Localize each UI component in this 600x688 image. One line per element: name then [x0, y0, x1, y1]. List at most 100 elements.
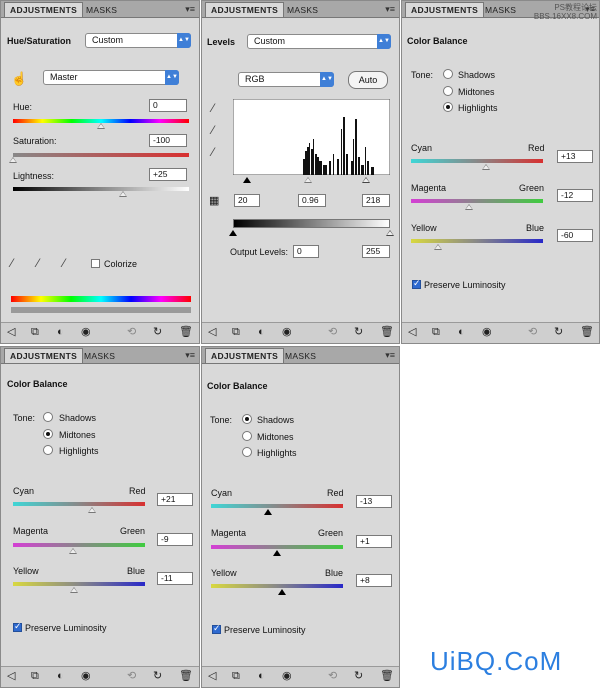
input-gamma-field[interactable]: 0.96	[298, 194, 326, 207]
clip-to-layer-icon[interactable]: ◐	[258, 326, 265, 338]
reset-icon[interactable]: ↻	[153, 670, 162, 682]
clip-to-layer-icon[interactable]: ◐	[57, 326, 64, 338]
back-arrow-icon[interactable]: ◁	[408, 326, 416, 338]
gray-point-eyedropper-icon[interactable]: ⁄	[212, 123, 214, 137]
magenta-green-slider-track[interactable]	[411, 199, 543, 203]
black-point-eyedropper-icon[interactable]: ⁄	[212, 101, 214, 115]
visibility-eye-icon[interactable]: ◉	[81, 326, 91, 338]
cyan-red-input[interactable]: +21	[157, 493, 193, 506]
expanded-view-icon[interactable]: ⧉	[232, 670, 240, 682]
back-arrow-icon[interactable]: ◁	[7, 326, 15, 338]
reset-icon[interactable]: ↻	[153, 326, 162, 338]
cyan-red-slider-thumb[interactable]	[264, 509, 272, 515]
tab-adjustments[interactable]: ADJUSTMENTS	[405, 2, 485, 17]
back-arrow-icon[interactable]: ◁	[208, 326, 216, 338]
preserve-luminosity-checkbox[interactable]	[13, 621, 22, 632]
tone-shadows-radio[interactable]	[43, 412, 53, 422]
lightness-slider-track[interactable]	[13, 187, 189, 191]
visibility-eye-icon[interactable]: ◉	[282, 326, 292, 338]
clipping-warning-icon[interactable]: ▦	[209, 194, 219, 207]
previous-state-icon[interactable]: ⟲	[528, 326, 537, 338]
colorize-checkbox[interactable]	[91, 259, 100, 268]
panel-menu-icon[interactable]: ▾≡	[185, 350, 195, 361]
expanded-view-icon[interactable]: ⧉	[432, 326, 440, 338]
previous-state-icon[interactable]: ⟲	[127, 670, 136, 682]
output-black-field[interactable]: 0	[293, 245, 319, 258]
input-white-field[interactable]: 218	[362, 194, 390, 207]
cyan-red-slider-track[interactable]	[411, 159, 543, 163]
lightness-slider-thumb[interactable]	[119, 191, 127, 197]
saturation-slider-thumb[interactable]	[9, 157, 17, 163]
panel-menu-icon[interactable]: ▾≡	[385, 350, 395, 361]
tab-masks[interactable]: MASKS	[480, 3, 521, 17]
yellow-blue-input[interactable]: +8	[356, 574, 392, 587]
panel-menu-icon[interactable]: ▾≡	[385, 4, 395, 15]
previous-state-icon[interactable]: ⟲	[328, 670, 337, 682]
magenta-green-slider-thumb[interactable]	[273, 550, 281, 556]
saturation-input[interactable]: -100	[149, 134, 187, 147]
tab-adjustments[interactable]: ADJUSTMENTS	[205, 2, 285, 17]
delete-icon[interactable]: 🗑	[380, 326, 394, 338]
output-black-slider-thumb[interactable]	[229, 230, 237, 236]
expanded-view-icon[interactable]: ⧉	[31, 670, 39, 682]
tab-masks[interactable]: MASKS	[81, 3, 122, 17]
output-white-slider-thumb[interactable]	[386, 230, 394, 236]
lightness-input[interactable]: +25	[149, 168, 187, 181]
delete-icon[interactable]: 🗑	[380, 670, 394, 682]
cyan-red-input[interactable]: +13	[557, 150, 593, 163]
yellow-blue-input[interactable]: -11	[157, 572, 193, 585]
cyan-red-slider-track[interactable]	[13, 502, 145, 506]
visibility-eye-icon[interactable]: ◉	[282, 670, 292, 682]
tone-highlights-radio[interactable]	[43, 445, 53, 455]
yellow-blue-slider-thumb[interactable]	[434, 244, 442, 250]
magenta-green-slider-thumb[interactable]	[69, 548, 77, 554]
input-white-slider-thumb[interactable]	[362, 177, 370, 183]
clip-to-layer-icon[interactable]: ◐	[458, 326, 465, 338]
magenta-green-input[interactable]: -12	[557, 189, 593, 202]
yellow-blue-slider-thumb[interactable]	[278, 589, 286, 595]
output-white-field[interactable]: 255	[362, 245, 390, 258]
preset-dropdown[interactable]: Custom ▲▼	[85, 33, 191, 48]
previous-state-icon[interactable]: ⟲	[127, 326, 136, 338]
cyan-red-slider-thumb[interactable]	[88, 507, 96, 513]
targeted-adjustment-hand-icon[interactable]: ☝	[11, 71, 27, 87]
reset-icon[interactable]: ↻	[354, 326, 363, 338]
delete-icon[interactable]: 🗑	[179, 326, 193, 338]
reset-icon[interactable]: ↻	[354, 670, 363, 682]
clip-to-layer-icon[interactable]: ◐	[258, 670, 265, 682]
preset-dropdown[interactable]: Custom ▲▼	[247, 34, 391, 49]
visibility-eye-icon[interactable]: ◉	[482, 326, 492, 338]
reset-icon[interactable]: ↻	[554, 326, 563, 338]
eyedropper-icon[interactable]: ⁄	[11, 256, 13, 270]
clip-to-layer-icon[interactable]: ◐	[57, 670, 64, 682]
visibility-eye-icon[interactable]: ◉	[81, 670, 91, 682]
tab-adjustments[interactable]: ADJUSTMENTS	[4, 348, 84, 363]
yellow-blue-input[interactable]: -60	[557, 229, 593, 242]
input-black-field[interactable]: 20	[234, 194, 260, 207]
preserve-luminosity-checkbox[interactable]	[412, 278, 421, 289]
tab-masks[interactable]: MASKS	[282, 3, 323, 17]
delete-icon[interactable]: 🗑	[179, 670, 193, 682]
expanded-view-icon[interactable]: ⧉	[31, 326, 39, 338]
tone-shadows-radio[interactable]	[443, 69, 453, 79]
tone-shadows-radio[interactable]	[242, 414, 252, 424]
channel-dropdown[interactable]: Master ▲▼	[43, 70, 179, 85]
yellow-blue-slider-track[interactable]	[13, 582, 145, 586]
tab-adjustments[interactable]: ADJUSTMENTS	[4, 2, 84, 17]
delete-icon[interactable]: 🗑	[580, 326, 594, 338]
back-arrow-icon[interactable]: ◁	[7, 670, 15, 682]
hue-slider-thumb[interactable]	[97, 123, 105, 129]
yellow-blue-slider-track[interactable]	[211, 584, 343, 588]
tone-midtones-radio[interactable]	[43, 429, 53, 439]
input-gamma-slider-thumb[interactable]	[304, 177, 312, 183]
white-point-eyedropper-icon[interactable]: ⁄	[212, 145, 214, 159]
tone-highlights-radio[interactable]	[443, 102, 453, 112]
cyan-red-input[interactable]: -13	[356, 495, 392, 508]
tab-masks[interactable]: MASKS	[79, 349, 120, 363]
magenta-green-slider-track[interactable]	[13, 543, 145, 547]
tab-adjustments[interactable]: ADJUSTMENTS	[205, 348, 285, 363]
previous-state-icon[interactable]: ⟲	[328, 326, 337, 338]
yellow-blue-slider-track[interactable]	[411, 239, 543, 243]
magenta-green-slider-track[interactable]	[211, 545, 343, 549]
tone-highlights-radio[interactable]	[242, 447, 252, 457]
